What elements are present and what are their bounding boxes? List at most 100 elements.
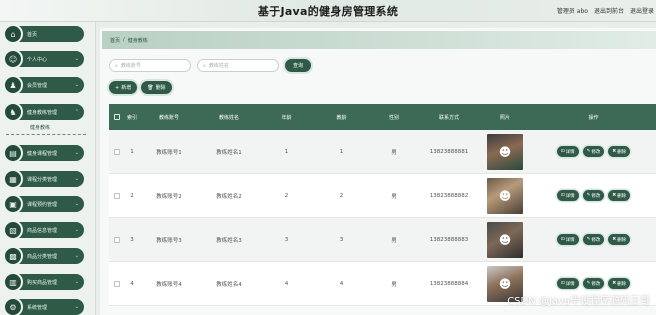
user-icon: ☺ (3, 49, 23, 69)
search-icon: ⌕ (115, 62, 118, 69)
delete-row-button[interactable]: ✖ 删除 (608, 278, 631, 289)
plus-icon: + (115, 84, 120, 91)
query-button[interactable]: 查询 (285, 59, 311, 72)
detail-button[interactable]: ⊡ 详情 (556, 146, 579, 157)
cell-phone: 13823888884 (429, 280, 469, 287)
row-checkbox[interactable] (109, 148, 125, 155)
sidebar-item-profile[interactable]: ☺ 个人中心 ⌄ (3, 49, 84, 69)
sidebar-item-members[interactable]: ♟ 会员管理 ⌄ (3, 75, 84, 95)
row-checkbox[interactable] (109, 280, 125, 287)
edit-button[interactable]: ✎ 修改 (582, 190, 605, 201)
detail-button[interactable]: ⊡ 详情 (556, 234, 579, 245)
cell-phone: 13823888881 (429, 148, 469, 155)
detail-label: 详情 (565, 193, 575, 199)
sidebar-subitem-coaches[interactable]: 健身教练 (30, 124, 50, 131)
column-header: 教龄 (336, 114, 347, 121)
breadcrumb-separator: / (123, 36, 125, 43)
sidebar-item-course-bookings[interactable]: ▣ 课程预约管理 ⌄ (3, 194, 84, 214)
search-row: ⌕ 教练账号 ⌕ 教练姓名 查询 (109, 59, 311, 72)
sidebar-item-goods-categories[interactable]: ▩ 商品分类管理 ⌄ (3, 246, 84, 266)
sidebar-item-label: 首页 (27, 31, 38, 38)
row-actions: ⊡ 详情 ✎ 修改 ✖ 删除 (531, 278, 656, 289)
cell-years: 2 (339, 192, 344, 199)
detail-button[interactable]: ⊡ 详情 (556, 190, 579, 201)
detail-button[interactable]: ⊡ 详情 (556, 278, 579, 289)
edit-icon: ✎ (586, 149, 591, 154)
cell-sex: 男 (391, 237, 397, 244)
admin-user-link[interactable]: 管理员 abo (557, 6, 588, 15)
sidebar-item-system[interactable]: ⚙ 系统管理 ⌄ (3, 297, 84, 315)
sidebar-item-home[interactable]: ⌂ 首页 (3, 24, 84, 44)
add-button[interactable]: + 新增 (109, 81, 138, 94)
goods-icon: ▧ (3, 220, 23, 240)
row-actions: ⊡ 详情 ✎ 修改 ✖ 删除 (531, 234, 656, 245)
home-icon: ⌂ (3, 24, 23, 44)
cell-account: 教练账号1 (156, 149, 182, 156)
chevron-down-icon: ⌄ (74, 56, 79, 62)
coach-photo[interactable]: ☻ (479, 133, 531, 170)
sidebar-item-label: 会员管理 (27, 82, 48, 89)
add-button-label: 新增 (121, 85, 132, 91)
delete-row-button[interactable]: ✖ 删除 (608, 234, 631, 245)
tag-icon: ▩ (3, 246, 23, 266)
edit-button[interactable]: ✎ 修改 (582, 278, 605, 289)
trash-icon: ✖ (612, 193, 617, 198)
select-all-checkbox[interactable] (109, 114, 125, 120)
breadcrumb-home[interactable]: 首页 (110, 37, 120, 44)
users-icon: ♟ (3, 75, 23, 95)
column-header: 照片 (499, 114, 510, 121)
cell-index: 3 (130, 236, 134, 243)
cell-name: 教练姓名4 (216, 281, 242, 288)
sidebar-item-purchases[interactable]: ▥ 购买商品管理 ⌄ (3, 272, 84, 292)
coach-photo[interactable]: ☻ (479, 177, 531, 214)
coach-photo[interactable]: ☻ (479, 221, 531, 258)
coach-account-placeholder: 教练账号 (120, 63, 141, 69)
row-checkbox[interactable] (109, 192, 125, 199)
info-icon: ⊡ (560, 193, 565, 198)
delete-row-button[interactable]: ✖ 删除 (608, 146, 631, 157)
chevron-up-icon: ⌃ (74, 109, 79, 115)
edit-button[interactable]: ✎ 修改 (582, 146, 605, 157)
row-checkbox[interactable] (109, 236, 125, 243)
chevron-down-icon: ⌄ (74, 279, 79, 285)
sidebar-item-label: 商品分类管理 (27, 253, 58, 260)
sidebar-divider (6, 134, 86, 135)
breadcrumb-bar: 首页 / 健身教练 (102, 31, 656, 49)
cart-icon: ▥ (3, 272, 23, 292)
top-links: 管理员 abo 退出到前台 退出登录 (557, 6, 654, 15)
sidebar-item-goods[interactable]: ▧ 商品信息管理 ⌄ (3, 220, 84, 240)
settings-icon: ⚙ (3, 297, 23, 315)
trash-icon: ✖ (612, 149, 617, 154)
exit-to-front-link[interactable]: 退出到前台 (594, 6, 624, 15)
column-header: 联系方式 (438, 114, 459, 121)
column-header: 操作 (588, 114, 599, 121)
column-header: 教练姓名 (218, 114, 239, 121)
person-photo: ☻ (487, 221, 523, 258)
trash-icon: ✖ (612, 237, 617, 242)
edit-icon: ✎ (586, 237, 591, 242)
sidebar-item-courses[interactable]: ▤ 健身课程管理 ⌄ (3, 143, 84, 163)
info-icon: ⊡ (560, 281, 565, 286)
watermark-text: CSDN @Java毕设程序源码王哥 (507, 296, 650, 307)
sidebar-item-label: 购买商品管理 (27, 279, 58, 286)
logout-link[interactable]: 退出登录 (630, 6, 654, 15)
edit-button[interactable]: ✎ 修改 (582, 234, 605, 245)
calendar-icon: ▣ (3, 194, 23, 214)
column-header: 索引 (126, 114, 137, 121)
person-photo: ☻ (487, 177, 523, 214)
cell-years: 3 (339, 236, 344, 243)
coach-account-search-input[interactable]: ⌕ 教练账号 (109, 59, 191, 72)
sidebar-item-coaches[interactable]: ♞ 健身教练管理 ⌃ (3, 102, 84, 122)
delete-button[interactable]: 🗑 删除 (141, 81, 172, 94)
sidebar-item-course-categories[interactable]: ▦ 课程分类管理 ⌄ (3, 169, 84, 189)
cell-account: 教练账号4 (156, 281, 182, 288)
delete-row-button[interactable]: ✖ 删除 (608, 190, 631, 201)
cell-name: 教练姓名3 (216, 237, 242, 244)
info-icon: ⊡ (560, 149, 565, 154)
chevron-down-icon: ⌄ (74, 253, 79, 259)
detail-label: 详情 (565, 281, 575, 287)
row-actions: ⊡ 详情 ✎ 修改 ✖ 删除 (531, 146, 656, 157)
sidebar-item-label: 个人中心 (27, 56, 48, 63)
coach-name-search-input[interactable]: ⌕ 教练姓名 (197, 59, 279, 72)
chevron-down-icon: ⌄ (74, 227, 79, 233)
